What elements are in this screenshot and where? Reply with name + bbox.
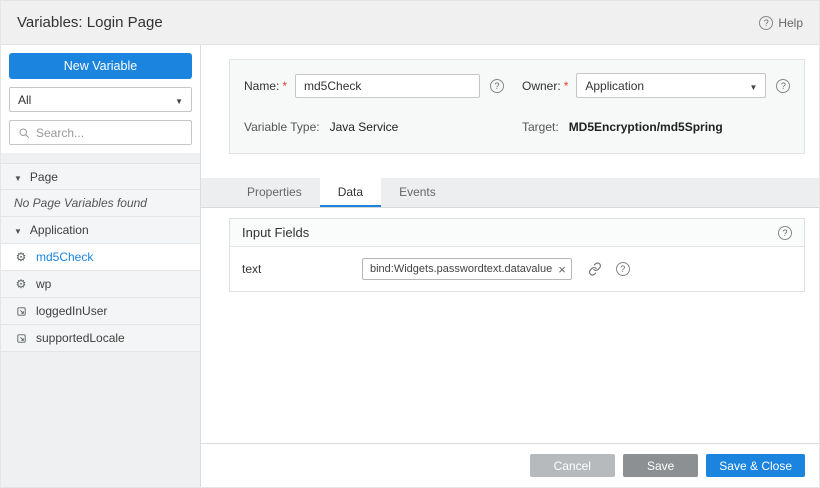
tree-item-label: loggedInUser xyxy=(36,304,107,318)
variables-sidebar: New Variable All Page No Page Variables … xyxy=(1,45,201,487)
name-label: Name: xyxy=(244,79,279,93)
cancel-button[interactable]: Cancel xyxy=(530,454,615,477)
owner-field-group: Owner: Application xyxy=(522,73,790,98)
save-button[interactable]: Save xyxy=(623,454,698,477)
variable-type-label: Variable Type: xyxy=(244,120,320,134)
page-variables-empty-text: No Page Variables found xyxy=(1,190,200,217)
sidebar-controls: New Variable All xyxy=(1,45,200,153)
input-fields-panel: Input Fields text bind:Widgets.passwordt… xyxy=(229,218,805,292)
dialog-footer: Cancel Save Save & Close xyxy=(201,443,819,487)
search-input[interactable] xyxy=(36,126,183,140)
input-fields-help-icon[interactable] xyxy=(778,226,792,240)
tree-item-label: wp xyxy=(36,277,51,291)
collapse-caret-icon xyxy=(14,223,22,237)
save-and-close-button[interactable]: Save & Close xyxy=(706,454,805,477)
required-asterisk xyxy=(282,79,287,93)
tree-item-loggedinuser[interactable]: loggedInUser xyxy=(1,298,200,325)
tree-item-supportedlocale[interactable]: supportedLocale xyxy=(1,325,200,352)
service-variable-icon xyxy=(14,278,28,290)
owner-help-icon[interactable] xyxy=(776,79,790,93)
type-target-row: Variable Type: Java Service Target: MD5E… xyxy=(244,120,790,134)
variable-type-value: Java Service xyxy=(330,120,399,134)
variables-dialog: Variables: Login Page Help New Variable … xyxy=(0,0,820,488)
new-variable-button[interactable]: New Variable xyxy=(9,53,192,79)
service-variable-icon xyxy=(14,251,28,263)
help-button[interactable]: Help xyxy=(759,16,803,30)
required-asterisk xyxy=(564,79,569,93)
help-circle-icon xyxy=(759,16,773,30)
dialog-header: Variables: Login Page Help xyxy=(1,1,819,45)
field-help-icon[interactable] xyxy=(616,262,630,276)
bind-value-text: bind:Widgets.passwordtext.datavalue xyxy=(370,263,552,275)
target-label: Target: xyxy=(522,120,559,134)
tree-item-label: supportedLocale xyxy=(36,331,125,345)
tree-section-application-label: Application xyxy=(30,223,89,237)
model-variable-icon xyxy=(14,333,28,344)
tree-item-wp[interactable]: wp xyxy=(1,271,200,298)
variable-filter-value: All xyxy=(18,93,31,107)
target-value: MD5Encryption/md5Spring xyxy=(569,120,723,134)
input-fields-body: text bind:Widgets.passwordtext.datavalue xyxy=(230,247,804,291)
clear-bind-icon[interactable] xyxy=(558,263,566,276)
tree-section-application[interactable]: Application xyxy=(1,217,200,244)
variable-type-group: Variable Type: Java Service xyxy=(244,120,522,134)
model-variable-icon xyxy=(14,306,28,317)
variable-filter-dropdown[interactable]: All xyxy=(9,87,192,112)
help-label: Help xyxy=(778,16,803,30)
variable-detail-panel: Name: Owner: Application Var xyxy=(201,45,819,487)
variables-tree: Page No Page Variables found Application… xyxy=(1,163,200,352)
variable-summary-panel: Name: Owner: Application Var xyxy=(229,59,805,154)
chevron-down-icon xyxy=(175,93,183,107)
bind-link-icon[interactable] xyxy=(588,262,602,276)
tree-section-page-label: Page xyxy=(30,170,58,184)
collapse-caret-icon xyxy=(14,170,22,184)
tab-data[interactable]: Data xyxy=(320,178,381,207)
input-fields-title: Input Fields xyxy=(242,225,309,240)
name-field-group: Name: xyxy=(244,74,522,98)
name-help-icon[interactable] xyxy=(490,79,504,93)
name-input[interactable] xyxy=(295,74,480,98)
tab-properties[interactable]: Properties xyxy=(229,178,320,207)
detail-tabs: Properties Data Events xyxy=(201,178,819,208)
target-group: Target: MD5Encryption/md5Spring xyxy=(522,120,723,134)
name-owner-row: Name: Owner: Application xyxy=(244,73,790,98)
input-field-row: text bind:Widgets.passwordtext.datavalue xyxy=(242,258,792,280)
tree-item-label: md5Check xyxy=(36,250,93,264)
chevron-down-icon xyxy=(749,79,757,93)
input-fields-header: Input Fields xyxy=(230,219,804,247)
tree-section-page[interactable]: Page xyxy=(1,163,200,190)
owner-select-value: Application xyxy=(585,79,644,93)
owner-select[interactable]: Application xyxy=(576,73,766,98)
tree-item-md5check[interactable]: md5Check xyxy=(1,244,200,271)
bind-value-chip[interactable]: bind:Widgets.passwordtext.datavalue xyxy=(362,258,572,280)
page-title: Variables: Login Page xyxy=(17,14,163,31)
field-label: text xyxy=(242,262,362,276)
tab-events[interactable]: Events xyxy=(381,178,454,207)
search-icon xyxy=(18,127,30,139)
search-box[interactable] xyxy=(9,120,192,145)
owner-label: Owner: xyxy=(522,79,561,93)
